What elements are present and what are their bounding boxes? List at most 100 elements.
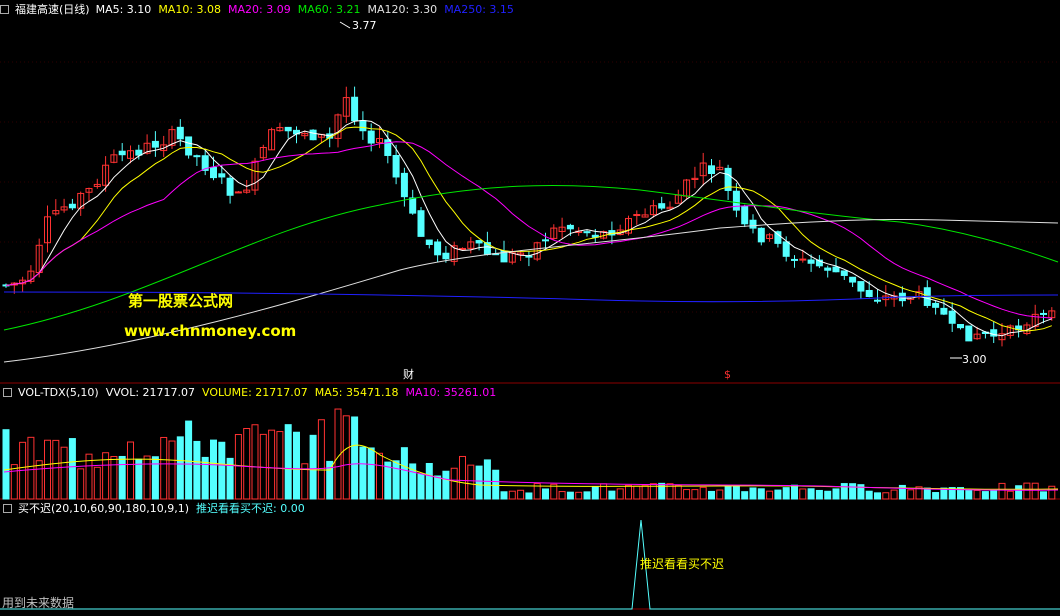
- volume-bar: [633, 485, 641, 500]
- volume-bar: [815, 489, 823, 500]
- future-data-note: 用到未来数据: [2, 596, 75, 610]
- candlestick: [749, 219, 757, 229]
- volume-bar: [1015, 485, 1023, 500]
- volume-bar: [27, 436, 35, 500]
- finance-event-marker[interactable]: 财: [403, 368, 414, 382]
- indicator-signal-line: [0, 519, 1060, 610]
- volume-bar: [293, 431, 300, 500]
- volume-bar: [52, 439, 60, 500]
- volume-bar: [93, 466, 101, 500]
- volume-bar: [683, 489, 691, 500]
- candlestick: [210, 166, 217, 179]
- candlestick: [940, 307, 948, 315]
- candlestick: [708, 165, 715, 175]
- ma-legend-label-1: MA10: 3.08: [158, 2, 222, 16]
- candlestick: [392, 154, 400, 178]
- ma-legend-label-0: MA5: 3.10: [95, 2, 152, 16]
- candlestick: [824, 267, 832, 271]
- volume-bar: [143, 455, 151, 500]
- volume-bar: [218, 441, 226, 500]
- volume-bar: [708, 490, 715, 500]
- candlestick: [857, 281, 865, 292]
- candlestick: [226, 177, 234, 196]
- candlestick: [807, 259, 815, 264]
- volume-bar: [1006, 490, 1014, 500]
- volume-bar: [699, 486, 707, 500]
- volume-bar: [135, 458, 143, 500]
- candlestick: [849, 276, 857, 283]
- volume-legend-label-2: VOLUME: 21717.07: [202, 385, 308, 399]
- candlestick: [309, 129, 317, 141]
- volume-bar: [151, 456, 159, 500]
- volume-bar: [749, 487, 757, 500]
- volume-bar: [782, 487, 790, 500]
- volume-bar: [965, 490, 973, 500]
- volume-bar: [176, 436, 184, 500]
- volume-bar: [616, 488, 624, 500]
- ma-legend-label-5: MA250: 3.15: [444, 2, 514, 16]
- dividend-event-marker[interactable]: $: [724, 368, 731, 382]
- candlestick: [135, 149, 143, 156]
- volume-bar: [243, 428, 251, 500]
- candlestick: [193, 155, 201, 158]
- candlestick: [741, 205, 749, 225]
- price-panel-header: 福建高速(日线) MA5: 3.10 MA10: 3.08 MA20: 3.09 MA…: [0, 1, 514, 17]
- volume-bar: [459, 455, 466, 500]
- high-marker: [339, 21, 351, 29]
- panel-collapse-icon[interactable]: [3, 503, 12, 513]
- volume-bar: [400, 447, 408, 500]
- volume-bar: [625, 484, 632, 500]
- volume-bar: [317, 419, 325, 500]
- volume-bar: [832, 488, 840, 500]
- candlestick: [633, 214, 641, 217]
- volume-bar: [500, 491, 508, 500]
- stock-name-label: 福建高速(日线): [15, 3, 90, 16]
- candlestick: [409, 197, 417, 214]
- candlestick: [840, 270, 848, 276]
- volume-bar: [251, 424, 259, 500]
- candlestick: [234, 191, 242, 194]
- candlestick: [965, 325, 973, 342]
- volume-bar: [392, 460, 400, 500]
- panel-collapse-icon[interactable]: [0, 4, 9, 14]
- volume-bar: [990, 490, 998, 500]
- volume-bar: [60, 446, 68, 500]
- ma-legend-label-4: MA120: 3.30: [367, 2, 438, 16]
- volume-bar: [998, 482, 1006, 500]
- panel-collapse-icon[interactable]: [3, 387, 12, 397]
- candlestick: [442, 252, 450, 260]
- volume-bar: [193, 440, 201, 500]
- volume-bar: [807, 488, 815, 500]
- candlestick: [957, 324, 964, 329]
- candlestick: [176, 126, 184, 140]
- candlestick: [874, 299, 881, 302]
- volume-bar: [508, 490, 516, 500]
- volume-bar: [475, 465, 483, 500]
- candlestick: [284, 126, 292, 132]
- volume-bar: [1023, 482, 1031, 500]
- volume-bar: [492, 469, 500, 500]
- volume-bar: [425, 462, 433, 500]
- ma-legend-label-3: MA60: 3.21: [297, 2, 361, 16]
- volume-bar: [724, 485, 732, 500]
- low-price-label: 3.00: [962, 353, 987, 366]
- candlestick: [791, 258, 798, 261]
- candlestick: [782, 241, 790, 257]
- volume-bar: [542, 488, 549, 500]
- candlestick: [459, 247, 466, 250]
- candlestick: [434, 241, 442, 256]
- volume-bar: [849, 483, 857, 500]
- candlestick: [359, 120, 367, 132]
- volume-bar: [10, 464, 18, 500]
- volume-bar: [160, 436, 168, 500]
- volume-bar: [1040, 491, 1047, 500]
- volume-legend-label-4: MA10: 35261.01: [405, 385, 497, 399]
- volume-bar: [741, 491, 749, 500]
- volume-bar: [840, 483, 848, 500]
- candlestick: [185, 136, 193, 156]
- volume-bar: [882, 492, 890, 500]
- volume-bar: [68, 438, 76, 500]
- candlestick: [732, 190, 740, 211]
- volume-bar: [923, 487, 931, 500]
- candlestick: [757, 227, 765, 243]
